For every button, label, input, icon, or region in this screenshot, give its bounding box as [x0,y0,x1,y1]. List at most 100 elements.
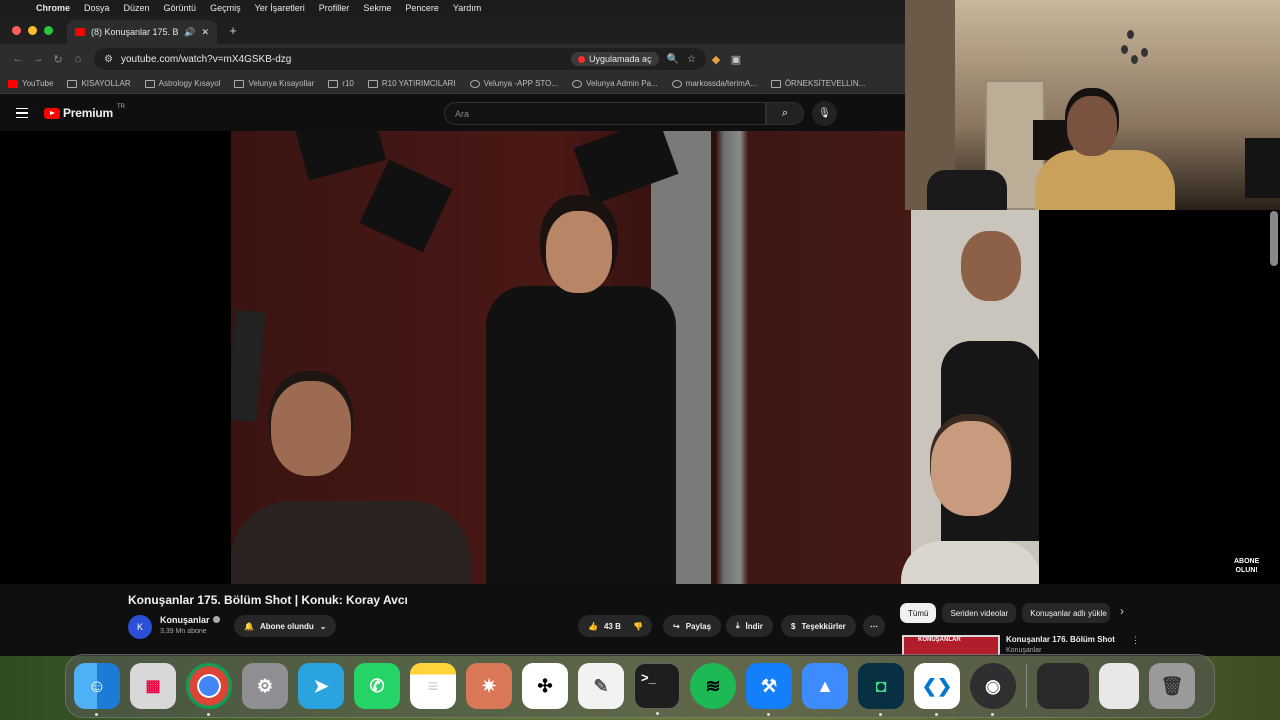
chip-all[interactable]: Tümü [900,603,937,623]
video-title: Konuşanlar 175. Bölüm Shot | Konuk: Kora… [128,593,408,607]
bookmark-youtube[interactable]: YouTube [8,79,53,88]
system-settings-icon[interactable]: ⚙ [242,663,288,709]
menu-item-profiller[interactable]: Profiller [319,3,350,13]
site-info-icon[interactable]: ⚙ [104,54,113,65]
folder-icon [367,79,378,88]
microphone-icon: 🎙 [818,108,831,119]
minimized-window-1[interactable] [1037,663,1089,709]
spotify-icon[interactable]: ≋ [690,663,736,709]
share-icon: ↪ [673,621,680,631]
subscribed-button[interactable]: 🔔 Abone olundu ⌄ [234,615,337,637]
minimized-window-2[interactable] [1099,663,1139,709]
bookmark-kisayollar[interactable]: KISAYOLLAR [67,79,131,88]
bookmark-label: Astrology Kısayol [158,79,221,88]
recommendation-more-icon[interactable]: ⋮ [1131,635,1140,646]
menu-item-gecmis[interactable]: Geçmiş [210,3,241,13]
menu-app-name[interactable]: Chrome [36,3,70,13]
open-in-app-label: Uygulamada aç [589,54,652,64]
site-icon [770,79,781,88]
textedit-icon[interactable]: ✎ [578,663,624,709]
page-scrollbar[interactable] [1270,211,1278,266]
bookmark-astrology[interactable]: Astrology Kısayol [144,79,221,88]
address-bar[interactable]: ⚙ youtube.com/watch?v=mX4GSKB-dzg Uygula… [94,48,706,70]
terminal-icon[interactable]: >_ [634,663,680,715]
thumbs-up-icon: 👍 [588,621,598,631]
menu-item-dosya[interactable]: Dosya [84,3,110,13]
folder-icon [67,79,78,88]
like-button[interactable]: 👍 43 B [578,615,629,637]
chatgpt-icon[interactable]: ✣ [522,663,568,709]
channel-avatar[interactable]: K [128,615,152,639]
close-tab-icon[interactable]: ✕ [201,27,209,38]
search-button[interactable]: ⌕ [766,102,804,125]
back-icon[interactable]: ← [8,53,28,65]
browser-tab[interactable]: (8) Konuşanlar 175. Bölüm 🔊 ✕ [67,20,217,44]
menu-item-sekme[interactable]: Sekme [363,3,391,13]
bookmark-github[interactable]: markossda/terimA... [671,79,757,88]
bookmark-r10-yatirimcilari[interactable]: R10 YATIRIMCILARI [367,79,456,88]
extension-2-icon[interactable]: ▣ [726,53,746,66]
recommendation-thumbnail[interactable]: KONUŞANLAR [902,635,1000,655]
minimize-window-button[interactable] [28,25,37,35]
menu-item-duzen[interactable]: Düzen [124,3,150,13]
hamburger-menu-icon[interactable] [16,107,28,119]
bookmark-star-icon[interactable]: ☆ [687,54,696,65]
share-button[interactable]: ↪ Paylaş [663,615,722,637]
forward-icon[interactable]: → [28,53,48,65]
recommendation-title[interactable]: Konuşanlar 176. Bölüm Shot [1006,635,1115,644]
open-in-app-button[interactable]: Uygulamada aç [571,52,659,66]
youtube-premium-logo[interactable]: Premium TR [44,104,125,120]
telegram-icon[interactable]: ➤ [298,663,344,709]
home-icon[interactable]: ⌂ [68,53,88,65]
download-button[interactable]: ⤓ İndir [726,615,773,637]
chip-series[interactable]: Seriden videolar [942,603,1017,623]
simulator-icon[interactable]: ▲ [802,663,848,709]
xcode-icon[interactable]: ⚒ [746,663,792,716]
vscode-icon[interactable]: ❮❯ [914,663,960,716]
chevron-right-icon[interactable]: › [1120,604,1124,618]
chip-channel-uploads[interactable]: Konuşanlar adlı yükle [1022,603,1111,623]
finder-icon[interactable]: ☺ [74,663,120,716]
whatsapp-icon[interactable]: ✆ [354,663,400,709]
bookmark-ornek-site[interactable]: ÖRNEKSİTEVELLIN... [770,79,865,88]
bookmark-label: markossda/terimA... [685,79,757,88]
channel-name[interactable]: Konuşanlar [160,615,220,625]
thanks-label: Teşekkürler [801,621,846,631]
claude-icon[interactable]: ✷ [466,663,512,709]
notes-icon[interactable]: ≡ [410,663,456,709]
launchpad-icon[interactable]: ▦ [130,663,176,709]
more-actions-button[interactable]: ⋯ [863,615,885,637]
url-text[interactable]: youtube.com/watch?v=mX4GSKB-dzg [121,54,563,65]
share-label: Paylaş [685,621,712,631]
subscribe-watermark[interactable]: ABONE OLUN! [1234,557,1259,575]
menu-item-pencere[interactable]: Pencere [405,3,439,13]
recommendation-channel: Konuşanlar [1006,647,1042,654]
bookmark-velunya-admin[interactable]: Velunya Admin Pa... [572,79,658,88]
thanks-button[interactable]: $ Teşekkürler [781,615,856,637]
zoom-icon[interactable]: 🔍 [667,54,679,65]
chrome-icon[interactable] [186,663,232,716]
voice-search-button[interactable]: 🎙 [812,101,837,126]
dislike-button[interactable]: 👎 [624,615,652,637]
maximize-window-button[interactable] [44,25,53,35]
menu-item-goruntu[interactable]: Görüntü [164,3,197,13]
bookmark-velunya-app-store[interactable]: Velunya -APP STO... [469,79,558,88]
bookmark-velunya-kisayollar[interactable]: Velunya Kısayollar [234,79,314,88]
bookmark-r10[interactable]: r10 [328,79,354,88]
youtube-favicon-icon [75,28,85,36]
folder-icon [144,79,155,88]
new-tab-button[interactable]: + [225,22,241,38]
android-studio-icon[interactable]: ◘ [858,663,904,716]
menu-item-yer-isaretleri[interactable]: Yer İşaretleri [255,3,305,13]
like-count: 43 B [603,621,621,631]
mac-dock: ☺ ▦ ⚙ ➤ ✆ ≡ ✷ ✣ ✎ >_ ≋ ⚒ ▲ ◘ ❮❯ ◉ 🗑 [65,654,1215,718]
menu-item-yardim[interactable]: Yardım [453,3,481,13]
reload-icon[interactable]: ↻ [48,53,68,66]
extension-icon[interactable]: ◆ [706,53,726,66]
speaker-icon[interactable]: 🔊 [184,27,195,38]
close-window-button[interactable] [12,25,21,35]
obs-icon[interactable]: ◉ [970,663,1016,716]
search-input[interactable]: Ara [444,102,766,125]
search-placeholder: Ara [455,108,470,119]
trash-icon[interactable]: 🗑 [1149,663,1195,709]
